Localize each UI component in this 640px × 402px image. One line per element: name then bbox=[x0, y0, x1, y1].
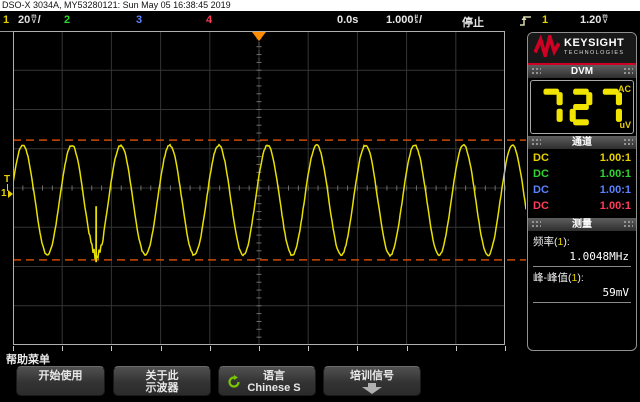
keysight-logo-icon bbox=[534, 35, 560, 62]
softkey-about-oscilloscope[interactable]: 关于此 示波器 bbox=[113, 366, 211, 396]
channel-list: DC 1.00:1 DC 1.00:1 DC 1.00:1 DC 1.00:1 bbox=[528, 149, 636, 218]
softkey-language[interactable]: 语言 Chinese S bbox=[218, 366, 316, 396]
measurement-label-frequency: 频率(1): bbox=[533, 234, 631, 249]
dvm-mode: AC bbox=[618, 84, 631, 94]
edge-trigger-icon bbox=[519, 15, 532, 30]
channel1-status[interactable]: 1 bbox=[3, 14, 9, 26]
dvm-panel-header[interactable]: DVM bbox=[528, 65, 636, 78]
dvm-seven-segment-digits bbox=[540, 87, 622, 127]
trigger-level-unit: mV bbox=[602, 15, 607, 25]
measurement-value-peak-peak: 59mV bbox=[533, 285, 631, 303]
channel-row-3: DC 1.00:1 bbox=[533, 184, 631, 200]
measurement-label-peak-peak: 峰-峰值(1): bbox=[533, 270, 631, 285]
run-state[interactable]: 停止 bbox=[462, 14, 484, 30]
trigger-source[interactable]: 1 bbox=[542, 14, 548, 26]
grip-dots-icon bbox=[531, 220, 541, 229]
down-arrow-icon bbox=[361, 383, 383, 397]
brand-name: KEYSIGHT bbox=[564, 38, 625, 48]
menu-title: 帮助菜单 bbox=[6, 351, 50, 367]
timebase-unit: µs bbox=[415, 15, 418, 25]
status-bar: 1 20 m V/ 2 3 4 0.0s 1.000 µ s / 停止 1 1.20 m V bbox=[0, 11, 640, 31]
grip-dots-icon bbox=[623, 138, 633, 147]
waveform-svg bbox=[13, 31, 526, 345]
channel-row-1: DC 1.00:1 bbox=[533, 152, 631, 168]
bottom-division-ticks bbox=[13, 345, 513, 351]
channel1-ground-marker[interactable]: 1 bbox=[1, 188, 13, 199]
channels-panel-header[interactable]: 通道 bbox=[528, 136, 636, 149]
grip-dots-icon bbox=[531, 138, 541, 147]
trigger-level[interactable]: 1.20 m V bbox=[580, 14, 609, 26]
titlebar: DSO-X 3034A, MY53280121: Sun May 05 16:3… bbox=[0, 0, 640, 11]
softkey-training-signals[interactable]: 培训信号 bbox=[323, 366, 421, 396]
grip-dots-icon bbox=[623, 220, 633, 229]
channel1-scale[interactable]: 20 m V / bbox=[18, 14, 41, 26]
ch1-unit: mV bbox=[31, 15, 36, 25]
channel4-status[interactable]: 4 bbox=[206, 14, 212, 26]
measure-panel-header[interactable]: 测量 bbox=[528, 218, 636, 231]
language-cycle-icon bbox=[227, 375, 241, 392]
sidebar: KEYSIGHT TECHNOLOGIES DVM AC uV 通道 DC 1.0… bbox=[527, 32, 637, 351]
grip-dots-icon bbox=[531, 67, 541, 76]
channel-row-4: DC 1.00:1 bbox=[533, 200, 631, 216]
channel2-status[interactable]: 2 bbox=[64, 14, 70, 26]
brand-block: KEYSIGHT TECHNOLOGIES bbox=[528, 33, 636, 63]
dvm-unit: uV bbox=[619, 120, 631, 130]
channel3-status[interactable]: 3 bbox=[136, 14, 142, 26]
dvm-readout: AC uV bbox=[530, 80, 634, 134]
grip-dots-icon bbox=[623, 67, 633, 76]
waveform-display bbox=[13, 31, 526, 345]
timebase[interactable]: 1.000 µ s / bbox=[386, 14, 422, 26]
model-serial-datetime: DSO-X 3034A, MY53280121: Sun May 05 16:3… bbox=[2, 0, 231, 10]
measurement-value-frequency: 1.0048MHz bbox=[533, 249, 631, 267]
channel-row-2: DC 1.00:1 bbox=[533, 168, 631, 184]
measurement-list: 频率(1): 1.0048MHz 峰-峰值(1): 59mV bbox=[528, 231, 636, 309]
oscilloscope-screen: DSO-X 3034A, MY53280121: Sun May 05 16:3… bbox=[0, 0, 640, 402]
time-offset[interactable]: 0.0s bbox=[337, 14, 358, 26]
trigger-position-marker[interactable] bbox=[252, 32, 266, 41]
brand-sub: TECHNOLOGIES bbox=[564, 48, 625, 58]
softkey-getting-started[interactable]: 开始使用 bbox=[16, 366, 105, 396]
grid-top-edge-extension bbox=[0, 31, 13, 32]
ground-marker-arrow-icon bbox=[8, 190, 13, 198]
